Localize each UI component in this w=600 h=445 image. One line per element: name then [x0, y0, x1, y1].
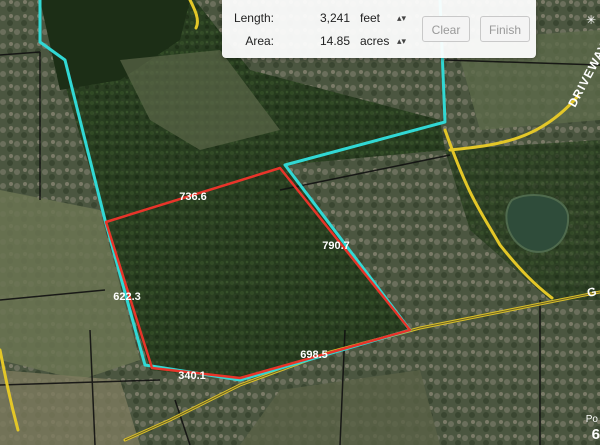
map-star-icon: ✳ [586, 13, 596, 27]
length-label: Length: [233, 11, 274, 25]
area-label: Area: [245, 34, 274, 48]
area-value: 14.85 [319, 34, 350, 48]
length-unit-select[interactable]: feet ▴▾ [356, 9, 412, 27]
area-unit-select[interactable]: acres ▴▾ [356, 32, 412, 50]
length-value: 3,241 [319, 11, 350, 25]
length-row: Length: 3,241 feet ▴▾ [222, 7, 422, 29]
chevron-updown-icon: ▴▾ [396, 36, 406, 46]
measure-panel: Length: 3,241 feet ▴▾ Area: 14.85 acres … [222, 0, 536, 58]
clear-button[interactable]: Clear [422, 16, 470, 42]
map-attribution-partial: Po [585, 414, 598, 425]
segment-length-top: 736.6 [179, 191, 207, 203]
length-unit-value: feet [360, 11, 381, 25]
segment-length-bottom-right: 698.5 [300, 349, 328, 361]
finish-button[interactable]: Finish [480, 16, 530, 42]
chevron-updown-icon: ▴▾ [396, 13, 406, 23]
segment-length-left: 622.3 [113, 291, 141, 303]
satellite-map[interactable]: 736.6 790.7 622.3 698.5 340.1 DRIVEWAY G… [0, 0, 600, 445]
segment-length-bottom-left: 340.1 [178, 370, 206, 382]
segment-length-right: 790.7 [322, 240, 350, 252]
map-attribution-partial-2: 6 [591, 426, 600, 443]
area-unit-value: acres [360, 34, 390, 48]
area-row: Area: 14.85 acres ▴▾ [222, 30, 422, 52]
